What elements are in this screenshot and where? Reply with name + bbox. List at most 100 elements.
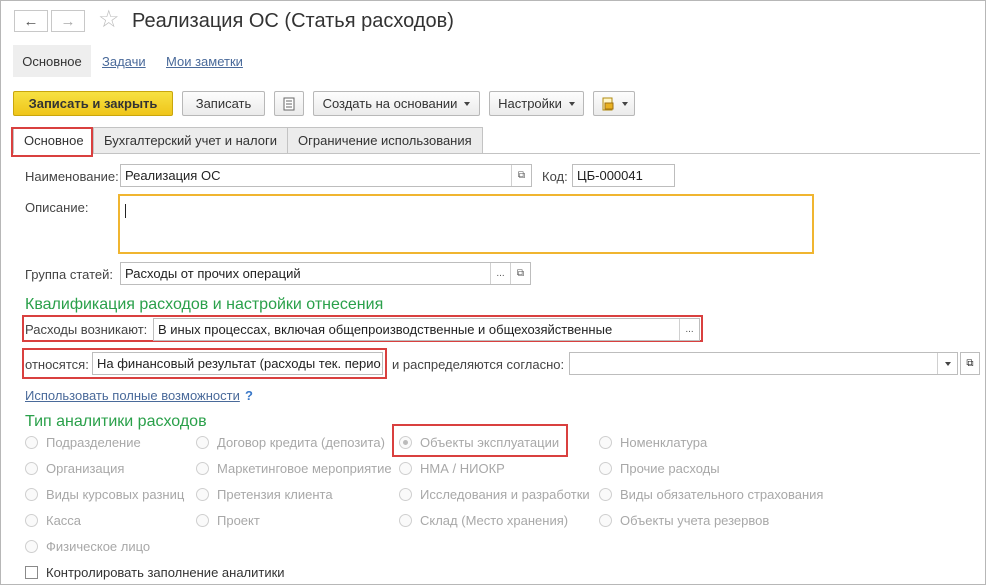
radio-label: Объекты эксплуатации: [420, 435, 560, 450]
radio-option[interactable]: Проект: [196, 513, 260, 528]
code-label: Код:: [542, 169, 568, 184]
radio-icon: [196, 462, 209, 475]
tab-accounting[interactable]: Бухгалтерский учет и налоги: [93, 127, 288, 154]
radio-option[interactable]: Физическое лицо: [25, 539, 150, 554]
arrow-left-icon: ←: [23, 12, 39, 30]
arise-field[interactable]: В иных процессах, включая общепроизводст…: [153, 318, 700, 341]
radio-option[interactable]: Подразделение: [25, 435, 141, 450]
qualification-heading: Квалификация расходов и настройки отнесе…: [25, 296, 384, 313]
open-icon[interactable]: ⧉: [960, 352, 980, 375]
print-menu-button[interactable]: [593, 91, 635, 116]
save-button[interactable]: Записать: [182, 91, 265, 116]
radio-option[interactable]: Номенклатура: [599, 435, 707, 450]
forward-button[interactable]: →: [51, 10, 85, 32]
arise-label: Расходы возникают:: [25, 322, 148, 337]
analytics-heading: Тип аналитики расходов: [25, 413, 207, 430]
distribute-select[interactable]: [569, 352, 958, 375]
settings-button[interactable]: Настройки: [489, 91, 584, 116]
radio-label: Организация: [46, 461, 125, 476]
create-based-button[interactable]: Создать на основании: [313, 91, 480, 116]
radio-label: Исследования и разработки: [420, 487, 590, 502]
radio-label: Касса: [46, 513, 82, 528]
relate-field[interactable]: На финансовый результат (расходы тек. пе…: [92, 352, 383, 375]
tab-label: Бухгалтерский учет и налоги: [104, 133, 277, 148]
radio-label: Проект: [217, 513, 260, 528]
print-doc-icon: [602, 97, 613, 110]
ellipsis-icon[interactable]: ...: [679, 319, 699, 340]
radio-icon: [599, 436, 612, 449]
radio-option[interactable]: Договор кредита (депозита): [196, 435, 385, 450]
open-icon[interactable]: ⧉: [511, 165, 531, 186]
radio-label: Виды курсовых разниц: [46, 487, 185, 502]
code-field[interactable]: ЦБ-000041: [572, 164, 675, 187]
create-based-label: Создать на основании: [322, 96, 458, 111]
help-icon[interactable]: ?: [245, 388, 253, 403]
radio-icon: [25, 540, 38, 553]
page-title: Реализация ОС (Статья расходов): [132, 10, 454, 32]
report-button[interactable]: [274, 91, 304, 116]
radio-icon: [25, 488, 38, 501]
nav-tab-notes[interactable]: Мои заметки: [166, 54, 243, 69]
radio-option[interactable]: НМА / НИОКР: [399, 461, 505, 476]
radio-icon: [399, 488, 412, 501]
radio-label: Прочие расходы: [620, 461, 720, 476]
radio-label: Виды обязательного страхования: [620, 487, 824, 502]
tab-restrictions[interactable]: Ограничение использования: [287, 127, 483, 154]
radio-selected-icon: [399, 436, 412, 449]
arise-value: В иных процессах, включая общепроизводст…: [158, 322, 613, 337]
control-analytics-checkbox[interactable]: Контролировать заполнение аналитики: [25, 565, 285, 580]
radio-icon: [25, 436, 38, 449]
radio-icon: [599, 514, 612, 527]
radio-option-selected[interactable]: Объекты эксплуатации: [399, 435, 559, 450]
radio-option[interactable]: Организация: [25, 461, 124, 476]
description-field[interactable]: [118, 194, 814, 254]
text-cursor: [125, 204, 126, 218]
chevron-down-icon: [621, 101, 628, 106]
radio-option[interactable]: Претензия клиента: [196, 487, 333, 502]
chevron-down-icon: [568, 101, 575, 106]
name-label: Наименование:: [25, 169, 119, 184]
radio-label: Договор кредита (депозита): [217, 435, 385, 450]
radio-icon: [25, 514, 38, 527]
radio-icon: [25, 462, 38, 475]
radio-option[interactable]: Виды курсовых разниц: [25, 487, 184, 502]
radio-icon: [599, 488, 612, 501]
radio-label: Склад (Место хранения): [420, 513, 569, 528]
star-icon[interactable]: ☆: [98, 7, 120, 33]
radio-option[interactable]: Касса: [25, 513, 81, 528]
radio-option[interactable]: Прочие расходы: [599, 461, 720, 476]
nav-tab-main[interactable]: Основное: [13, 45, 91, 77]
description-label: Описание:: [25, 200, 89, 215]
radio-option[interactable]: Объекты учета резервов: [599, 513, 769, 528]
group-label: Группа статей:: [25, 267, 113, 282]
name-value: Реализация ОС: [125, 168, 221, 183]
radio-option[interactable]: Виды обязательного страхования: [599, 487, 823, 502]
group-field[interactable]: Расходы от прочих операций ... ⧉: [120, 262, 531, 285]
chevron-down-icon: [464, 101, 471, 106]
radio-icon: [599, 462, 612, 475]
radio-option[interactable]: Маркетинговое мероприятие: [196, 461, 392, 476]
radio-label: Подразделение: [46, 435, 141, 450]
settings-label: Настройки: [498, 96, 562, 111]
ellipsis-icon[interactable]: ...: [490, 263, 510, 284]
name-field[interactable]: Реализация ОС ⧉: [120, 164, 532, 187]
group-value: Расходы от прочих операций: [125, 266, 301, 281]
back-button[interactable]: ←: [14, 10, 48, 32]
radio-icon: [196, 436, 209, 449]
nav-tab-tasks[interactable]: Задачи: [102, 54, 146, 69]
radio-option[interactable]: Склад (Место хранения): [399, 513, 568, 528]
tab-label: Ограничение использования: [298, 133, 472, 148]
checkbox-label: Контролировать заполнение аналитики: [46, 565, 285, 580]
full-features-link[interactable]: Использовать полные возможности: [25, 388, 240, 403]
chevron-down-icon[interactable]: [937, 353, 957, 374]
open-icon[interactable]: ⧉: [510, 263, 530, 284]
checkbox-icon: [25, 566, 38, 579]
radio-label: Маркетинговое мероприятие: [217, 461, 392, 476]
save-close-button[interactable]: Записать и закрыть: [13, 91, 173, 116]
radio-icon: [399, 462, 412, 475]
distribute-label: и распределяются согласно:: [392, 357, 565, 372]
radio-label: НМА / НИОКР: [420, 461, 505, 476]
nav-tab-label: Основное: [22, 53, 82, 69]
radio-label: Претензия клиента: [217, 487, 333, 502]
radio-option[interactable]: Исследования и разработки: [399, 487, 590, 502]
